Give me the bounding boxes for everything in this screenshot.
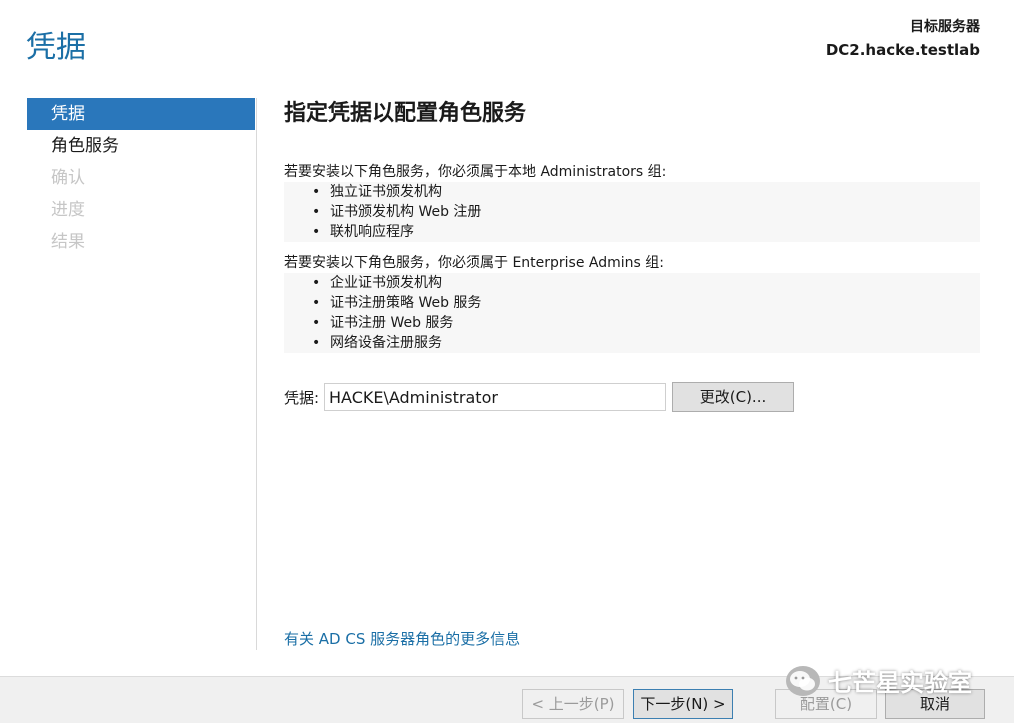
list-item: • 证书注册策略 Web 服务: [312, 293, 980, 313]
credential-label: 凭据:: [284, 388, 320, 407]
list-item-label: 网络设备注册服务: [330, 335, 442, 351]
credential-field[interactable]: HACKE\Administrator: [324, 383, 666, 411]
list-item: • 企业证书颁发机构: [312, 273, 980, 293]
nav-item-credentials[interactable]: 凭据: [27, 98, 255, 130]
content-heading: 指定凭据以配置角色服务: [284, 101, 527, 126]
main-content: 指定凭据以配置角色服务 若要安装以下角色服务，你必须属于本地 Administr…: [284, 98, 980, 353]
list-item-label: 证书颁发机构 Web 注册: [330, 204, 482, 220]
target-server-label: 目标服务器: [910, 19, 980, 35]
local-admin-role-list: • 独立证书颁发机构 • 证书颁发机构 Web 注册 • 联机响应程序: [284, 182, 980, 242]
change-credentials-button[interactable]: 更改(C)...: [672, 382, 794, 412]
watermark-text: 七芒星实验室: [828, 669, 972, 697]
local-admin-requirement: 若要安装以下角色服务，你必须属于本地 Administrators 组:: [284, 164, 667, 180]
bullet-icon: •: [312, 295, 321, 311]
list-item: • 独立证书颁发机构: [312, 182, 980, 202]
wizard-nav: 凭据 角色服务 确认 进度 结果: [27, 98, 255, 258]
enterprise-admin-role-list: • 企业证书颁发机构 • 证书注册策略 Web 服务 • 证书注册 Web 服务 • 网…: [284, 273, 980, 353]
credential-row: 凭据: HACKE\Administrator 更改(C)...: [284, 382, 794, 412]
bullet-icon: •: [312, 204, 321, 220]
list-item-label: 联机响应程序: [330, 224, 414, 240]
list-item-label: 证书注册 Web 服务: [330, 315, 454, 331]
bullet-icon: •: [312, 275, 321, 291]
nav-item-role-services[interactable]: 角色服务: [27, 130, 255, 162]
list-item: • 联机响应程序: [312, 222, 980, 242]
nav-item-confirmation: 确认: [51, 168, 85, 188]
enterprise-admin-requirement: 若要安装以下角色服务，你必须属于 Enterprise Admins 组:: [284, 255, 664, 271]
next-button[interactable]: 下一步(N) >: [633, 689, 733, 719]
list-item: • 证书颁发机构 Web 注册: [312, 202, 980, 222]
more-info-link[interactable]: 有关 AD CS 服务器角色的更多信息: [284, 628, 520, 649]
bullet-icon: •: [312, 335, 321, 351]
local-admin-section: 若要安装以下角色服务，你必须属于本地 Administrators 组: • 独立…: [284, 162, 980, 242]
list-item: • 网络设备注册服务: [312, 333, 980, 353]
target-server-value: DC2.hacke.testlab: [825, 41, 980, 59]
bullet-icon: •: [312, 184, 321, 200]
page-title: 凭据: [26, 30, 86, 65]
wechat-icon: [786, 665, 820, 696]
previous-button: < 上一步(P): [522, 689, 624, 719]
nav-item-progress: 进度: [51, 200, 85, 220]
enterprise-admin-section: 若要安装以下角色服务，你必须属于 Enterprise Admins 组: • 企…: [284, 253, 980, 353]
list-item-label: 企业证书颁发机构: [330, 275, 442, 291]
nav-divider: [256, 98, 257, 650]
bullet-icon: •: [312, 315, 321, 331]
list-item-label: 证书注册策略 Web 服务: [330, 295, 482, 311]
nav-item-results: 结果: [51, 232, 85, 252]
bullet-icon: •: [312, 224, 321, 240]
list-item-label: 独立证书颁发机构: [330, 184, 442, 200]
watermark: 七芒星实验室: [786, 663, 972, 698]
list-item: • 证书注册 Web 服务: [312, 313, 980, 333]
